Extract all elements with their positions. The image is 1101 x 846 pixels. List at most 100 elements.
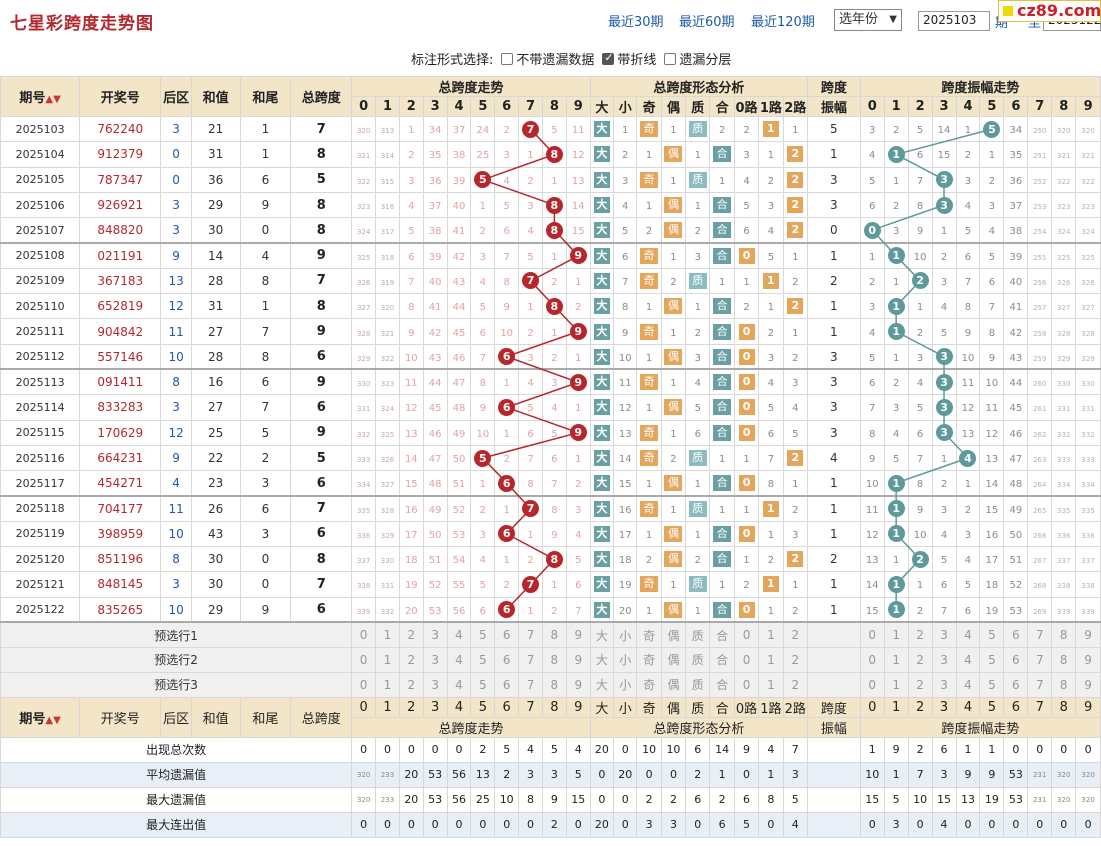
preselect-span-cell[interactable]: 1 [375,646,400,673]
preselect-amp-cell[interactable]: 8 [1051,671,1077,698]
sort-icon[interactable]: ▲▼ [45,715,60,726]
preselect-amp-cell[interactable]: 9 [1075,621,1101,648]
preselect-amp-cell[interactable]: 1 [883,621,909,648]
option-miss-layer-checkbox[interactable] [664,53,677,65]
preselect-amp-cell[interactable]: 5 [979,671,1005,698]
preselect-span-cell[interactable]: 5 [470,671,496,698]
preselect-span-cell[interactable]: 9 [565,621,591,648]
preselect-form-cell[interactable]: 质 [685,671,711,698]
preselect-form-cell[interactable]: 大 [589,671,615,698]
preselect-form-cell[interactable]: 质 [685,646,711,673]
preselect-span-cell[interactable]: 3 [422,671,448,698]
preselect-form-cell[interactable]: 小 [613,671,638,698]
option-no-miss-label[interactable]: 不带遗漏数据 [516,49,594,68]
preselect-form-cell[interactable]: 大 [589,646,615,673]
preselect-span-cell[interactable]: 4 [446,621,472,648]
preselect-span-cell[interactable]: 7 [518,646,543,673]
option-no-miss-checkbox[interactable] [501,53,514,65]
preselect-form-cell[interactable]: 2 [782,671,808,698]
preselect-amp-cell[interactable]: 2 [907,621,933,648]
preselect-amp-cell[interactable]: 3 [931,621,957,648]
preselect-amp-cell[interactable]: 7 [1027,671,1053,698]
preselect-amp-cell[interactable]: 0 [859,621,885,648]
preselect-span-cell[interactable]: 2 [398,646,424,673]
preselect-span-cell[interactable]: 1 [375,671,400,698]
site-logo[interactable]: cz89.com [998,0,1101,22]
preselect-span-cell[interactable]: 9 [565,671,591,698]
preselect-amp-cell[interactable]: 8 [1051,621,1077,648]
preselect-amp-cell[interactable]: 6 [1003,621,1029,648]
preselect-span-cell[interactable]: 2 [398,621,424,648]
preselect-amp-cell[interactable]: 9 [1075,671,1101,698]
preselect-amp-cell[interactable]: 1 [883,671,909,698]
preselect-span-cell[interactable]: 7 [518,621,543,648]
preselect-span-cell[interactable]: 8 [541,621,567,648]
preselect-form-cell[interactable]: 奇 [636,646,662,673]
preselect-span-cell[interactable]: 0 [351,621,377,648]
option-polyline-checkbox[interactable] [602,51,615,65]
preselect-amp-cell[interactable]: 9 [1075,646,1101,673]
preselect-span-cell[interactable]: 4 [446,646,472,673]
preselect-span-cell[interactable]: 5 [470,646,496,673]
preselect-form-cell[interactable]: 1 [758,621,784,648]
preselect-amp-cell[interactable]: 3 [931,671,957,698]
preselect-amp-cell[interactable]: 3 [931,646,957,673]
preselect-span-cell[interactable]: 6 [494,646,520,673]
preselect-form-cell[interactable]: 奇 [636,671,662,698]
preselect-amp-cell[interactable]: 0 [859,646,885,673]
col-issue[interactable]: 期号▲▼ [0,76,81,117]
preselect-form-cell[interactable]: 0 [733,621,760,648]
preselect-amp-cell[interactable]: 7 [1027,621,1053,648]
preselect-form-cell[interactable]: 2 [782,621,808,648]
preselect-form-cell[interactable]: 偶 [660,646,687,673]
preselect-amp-cell[interactable]: 4 [955,671,981,698]
preselect-amp-cell[interactable]: 2 [907,671,933,698]
nav-recent-120[interactable]: 最近120期 [751,11,815,30]
preselect-form-cell[interactable]: 合 [709,621,735,648]
preselect-amp-cell[interactable]: 4 [955,621,981,648]
preselect-span-cell[interactable]: 6 [494,671,520,698]
preselect-amp-cell[interactable]: 6 [1003,671,1029,698]
preselect-amp-cell[interactable]: 5 [979,646,1005,673]
option-polyline-label[interactable]: 带折线 [617,49,656,68]
preselect-form-cell[interactable]: 质 [685,621,711,648]
preselect-span-cell[interactable]: 6 [494,621,520,648]
preselect-form-cell[interactable]: 大 [589,621,615,648]
preselect-span-cell[interactable]: 0 [351,671,377,698]
preselect-form-cell[interactable]: 0 [733,646,760,673]
preselect-span-cell[interactable]: 8 [541,671,567,698]
preselect-amp-cell[interactable]: 4 [955,646,981,673]
preselect-span-cell[interactable]: 4 [446,671,472,698]
issue-from-input[interactable]: 2025103 [918,11,990,31]
preselect-span-cell[interactable]: 9 [565,646,591,673]
preselect-amp-cell[interactable]: 7 [1027,646,1053,673]
preselect-form-cell[interactable]: 0 [733,671,760,698]
preselect-amp-cell[interactable]: 0 [859,671,885,698]
preselect-span-cell[interactable]: 0 [351,646,377,673]
preselect-span-cell[interactable]: 8 [541,646,567,673]
preselect-form-cell[interactable]: 1 [758,671,784,698]
nav-recent-60[interactable]: 最近60期 [679,11,735,30]
preselect-form-cell[interactable]: 奇 [636,621,662,648]
preselect-span-cell[interactable]: 7 [518,671,543,698]
preselect-form-cell[interactable]: 偶 [660,671,687,698]
preselect-span-cell[interactable]: 2 [398,671,424,698]
year-select[interactable]: 选年份 ▼ [834,9,902,31]
preselect-form-cell[interactable]: 合 [709,646,735,673]
preselect-amp-cell[interactable]: 5 [979,621,1005,648]
preselect-form-cell[interactable]: 小 [613,621,638,648]
preselect-form-cell[interactable]: 偶 [660,621,687,648]
preselect-amp-cell[interactable]: 6 [1003,646,1029,673]
option-miss-layer-label[interactable]: 遗漏分层 [679,49,731,68]
preselect-span-cell[interactable]: 5 [470,621,496,648]
preselect-amp-cell[interactable]: 8 [1051,646,1077,673]
preselect-span-cell[interactable]: 3 [422,646,448,673]
preselect-form-cell[interactable]: 小 [613,646,638,673]
preselect-form-cell[interactable]: 1 [758,646,784,673]
preselect-amp-cell[interactable]: 1 [883,646,909,673]
preselect-span-cell[interactable]: 1 [375,621,400,648]
nav-recent-30[interactable]: 最近30期 [608,11,664,30]
preselect-form-cell[interactable]: 合 [709,671,735,698]
preselect-amp-cell[interactable]: 2 [907,646,933,673]
preselect-span-cell[interactable]: 3 [422,621,448,648]
